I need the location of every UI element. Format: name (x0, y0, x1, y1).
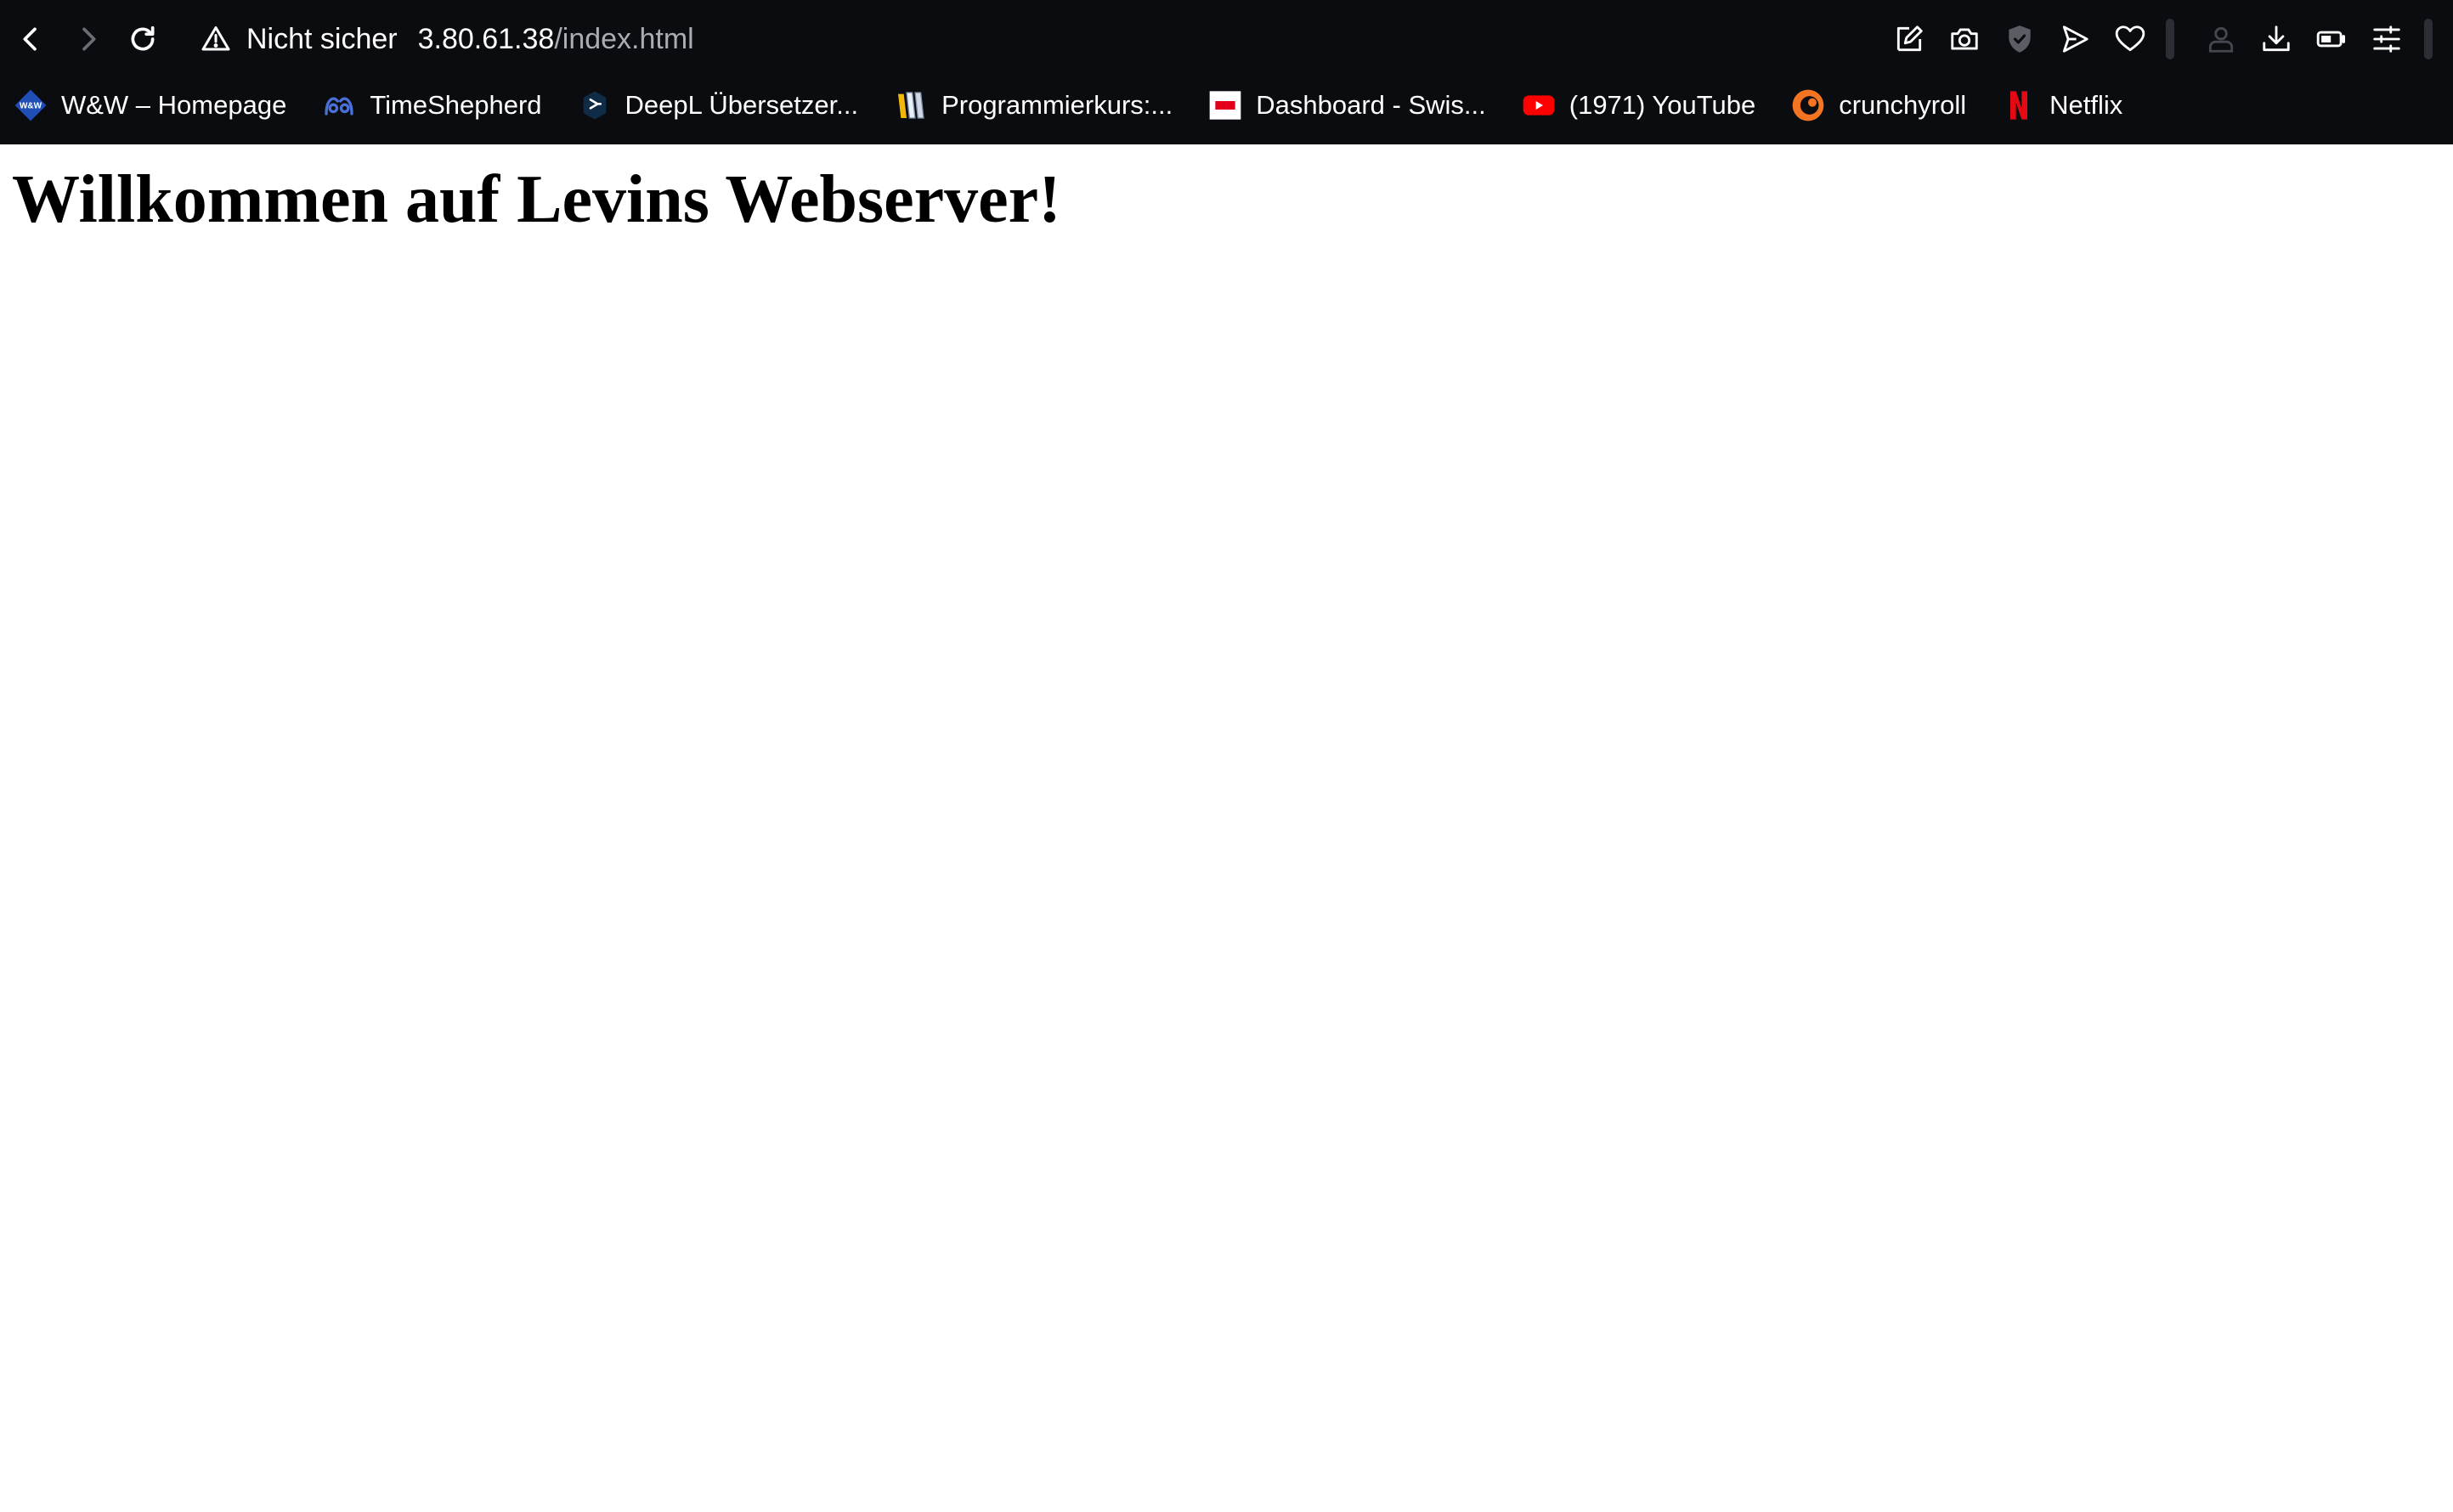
url-path: /index.html (554, 22, 694, 55)
forward-button[interactable] (65, 15, 112, 63)
bookmark-deepl[interactable]: DeepL Übersetzer... (578, 82, 859, 129)
battery-icon (2316, 31, 2345, 48)
reload-button[interactable] (119, 15, 167, 63)
page-content: Willkommen auf Levins Webserver! (0, 144, 2453, 1512)
edit-button[interactable] (1885, 15, 1933, 63)
chevron-right-icon (82, 27, 96, 51)
deepl-icon (578, 88, 612, 122)
screenshot-button[interactable] (1941, 15, 1988, 63)
chevron-left-icon (23, 27, 37, 51)
downloads-button[interactable] (2252, 15, 2300, 63)
bookmark-label: Programmierkurs:... (941, 90, 1173, 120)
back-button[interactable] (7, 15, 54, 63)
camera-icon (1951, 28, 1978, 50)
bookmark-label: crunchyroll (1839, 90, 1967, 120)
address-bar[interactable]: Nicht sicher 3.80.61.38/index.html (201, 14, 694, 65)
toolbar-icons (1878, 15, 2436, 63)
programmierkurs-icon (894, 88, 928, 122)
bookmark-label: TimeShepherd (370, 90, 542, 120)
reload-icon (131, 25, 155, 51)
bookmark-label: Netflix (2049, 90, 2123, 120)
bookmark-label: DeepL Übersetzer... (625, 90, 859, 120)
bookmark-label: (1971) YouTube (1568, 90, 1756, 120)
download-icon (2263, 25, 2290, 52)
bookmark-programmierkurs[interactable]: Programmierkurs:... (894, 82, 1173, 129)
battery-saver-button[interactable] (2308, 15, 2355, 63)
url-host: 3.80.61.38 (417, 22, 555, 55)
bookmark-crunchyroll[interactable]: crunchyroll (1791, 82, 1966, 129)
shield-button[interactable] (1996, 15, 2043, 63)
profile-button[interactable] (2197, 15, 2245, 63)
favorite-button[interactable] (2106, 15, 2154, 63)
browser-chrome: Nicht sicher 3.80.61.38/index.html W&W W… (0, 0, 2453, 144)
bookmark-ww-homepage[interactable]: W&W W&W – Homepage (14, 82, 286, 129)
profile-icon (2208, 26, 2234, 53)
bookmark-netflix[interactable]: Netflix (2002, 82, 2122, 129)
browser-toolbar: Nicht sicher 3.80.61.38/index.html (0, 0, 2453, 78)
send-button[interactable] (2051, 15, 2099, 63)
send-icon (2062, 25, 2088, 53)
youtube-icon (1522, 88, 1556, 122)
security-label[interactable]: Nicht sicher (246, 23, 398, 56)
page-title: Willkommen auf Levins Webserver! (12, 162, 1061, 237)
bookmark-label: Dashboard - Swis... (1256, 90, 1486, 120)
svg-text:W&W: W&W (20, 101, 42, 110)
bookmark-timeshepherd[interactable]: TimeShepherd (322, 82, 542, 129)
edit-icon (1896, 25, 1923, 52)
toolbar-edge-handle[interactable] (2424, 19, 2433, 59)
timeshepherd-icon (322, 88, 356, 122)
shield-icon (2009, 25, 2031, 53)
bookmark-label: W&W – Homepage (61, 90, 287, 120)
crunchyroll-icon (1791, 88, 1825, 122)
dashboard-icon (1208, 88, 1242, 122)
easy-setup-button[interactable] (2363, 15, 2411, 63)
bookmarks-bar: W&W W&W – Homepage TimeShepherd DeepL Üb… (0, 78, 2453, 133)
bookmark-dashboard[interactable]: Dashboard - Swis... (1208, 82, 1486, 129)
ww-logo-icon: W&W (14, 88, 48, 122)
settings-icon (2373, 25, 2400, 53)
warning-icon (201, 26, 230, 51)
toolbar-separator (2166, 19, 2174, 59)
netflix-icon (2002, 88, 2036, 122)
bookmark-youtube[interactable]: (1971) YouTube (1522, 82, 1755, 129)
heart-icon (2115, 25, 2145, 52)
